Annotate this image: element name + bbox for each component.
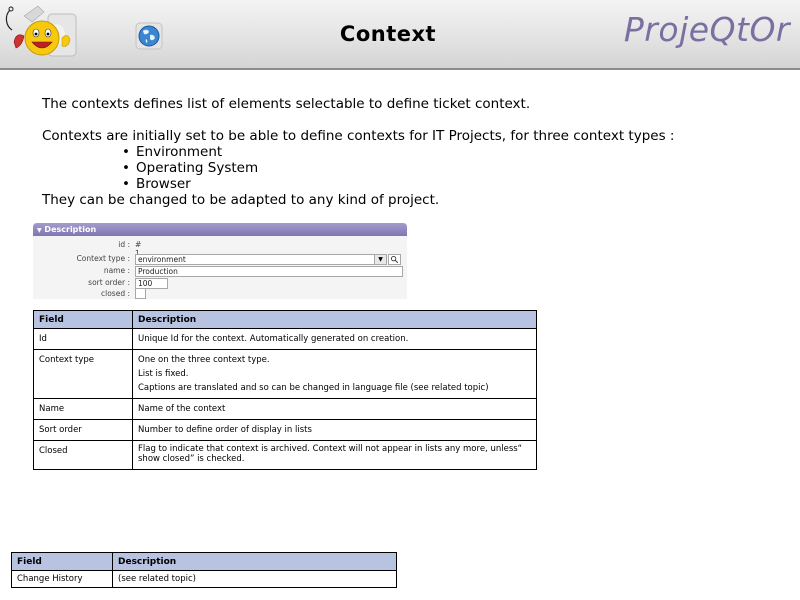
table-header-row: Field Description [33,310,537,329]
brand-logo-text: ProjeQtOr [623,10,790,49]
page-header: Context ProjeQtOr [0,0,800,70]
intro-line-2: Contexts are initially set to be able to… [42,128,675,144]
collapse-icon[interactable]: ▼ [37,227,42,234]
intro-text: The contexts defines list of elements se… [42,96,762,208]
table-row: Context type One on the three context ty… [33,349,537,399]
history-table: Field Description Change History (see re… [11,552,397,588]
chevron-down-icon[interactable]: ▼ [374,254,387,265]
fields-table: Field Description Id Unique Id for the c… [33,310,537,470]
context-type-list: • Environment • Operating System • Browser [42,144,762,192]
name-input[interactable]: Production [135,266,403,277]
field-cell: Change History [11,570,113,588]
list-item: • Browser [122,176,191,192]
table-row: Closed Flag to indicate that context is … [33,440,537,470]
description-cell: Flag to indicate that context is archive… [132,440,537,470]
field-cell: Name [33,398,133,420]
field-cell: Closed [33,440,133,470]
table-row: Name Name of the context [33,398,537,420]
section-header[interactable]: ▼ Description [33,223,407,236]
description-form-screenshot: ▼ Description id : # 1 Context type : en… [33,223,407,299]
list-item: • Environment [122,144,223,160]
section-title: Description [44,225,97,234]
intro-line-1: The contexts defines list of elements se… [42,96,531,112]
id-label: id : [118,240,130,249]
search-icon[interactable] [388,254,401,265]
description-cell: Unique Id for the context. Automatically… [132,328,537,350]
table-row: Sort order Number to define order of dis… [33,419,537,441]
table-header-row: Field Description [11,552,397,571]
closed-label: closed : [101,289,130,298]
description-cell: Number to define order of display in lis… [132,419,537,441]
field-cell: Id [33,328,133,350]
field-cell: Context type [33,349,133,399]
sort-order-label: sort order : [88,278,130,287]
list-item: • Operating System [122,160,259,176]
table-row: Change History (see related topic) [11,570,397,588]
description-cell: (see related topic) [112,570,397,588]
field-cell: Sort order [33,419,133,441]
context-type-select[interactable]: environment [135,254,375,265]
column-header-description: Description [132,310,537,329]
column-header-field: Field [33,310,133,329]
intro-line-3: They can be changed to be adapted to any… [42,192,440,208]
description-cell: Name of the context [132,398,537,420]
column-header-description: Description [112,552,397,571]
description-cell: One on the three context type. List is f… [132,349,537,399]
column-header-field: Field [11,552,113,571]
table-row: Id Unique Id for the context. Automatica… [33,328,537,350]
closed-checkbox[interactable] [135,288,146,299]
name-label: name : [103,266,130,275]
context-type-label: Context type : [76,254,130,263]
